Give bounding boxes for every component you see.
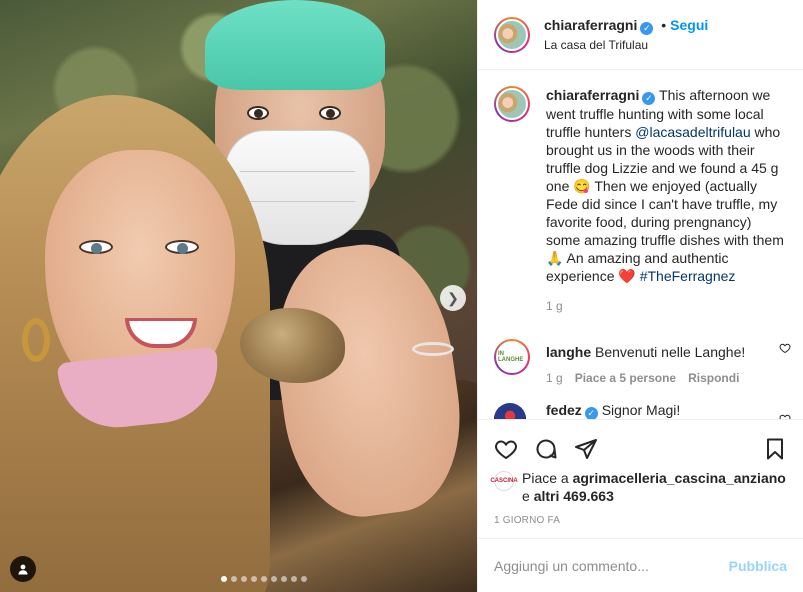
save-button[interactable] xyxy=(755,429,795,469)
location-link[interactable]: La casa del Trifulau xyxy=(544,38,708,52)
comment-icon xyxy=(536,439,557,459)
liker-username[interactable]: agrimacelleria_cascina_anziano xyxy=(573,470,786,486)
carousel-dot xyxy=(260,576,267,582)
gold-earring xyxy=(22,318,50,362)
verified-badge-icon: ✓ xyxy=(584,407,598,420)
author-username[interactable]: chiaraferragni xyxy=(544,17,637,33)
like-button[interactable] xyxy=(486,429,526,469)
comment-form: Pubblica xyxy=(478,538,803,592)
caption-age[interactable]: 1 g xyxy=(546,299,563,313)
bookmark-icon xyxy=(767,438,783,460)
likes-prefix: Piace a xyxy=(522,470,569,487)
caption: chiaraferragni ✓ This afternoon we went t… xyxy=(494,86,787,313)
mention-link[interactable]: @lacasadeltrifulau xyxy=(635,124,750,140)
caption-avatar[interactable] xyxy=(494,86,530,123)
carousel-dot xyxy=(300,576,307,582)
post-timestamp[interactable]: 1 GIORNO FA xyxy=(478,505,803,526)
comment-input[interactable] xyxy=(494,557,729,574)
caption-text-2: who brought us in the woods with their t… xyxy=(546,124,784,285)
carousel-dot xyxy=(250,576,257,582)
action-bar xyxy=(478,419,803,469)
publish-button[interactable]: Pubblica xyxy=(729,558,787,574)
woman-eye-right xyxy=(165,240,199,254)
woman-eye-left xyxy=(79,240,113,254)
comment-text: Benvenuti nelle Langhe! xyxy=(595,344,746,361)
comment-item: fedez ✓ Signor Magi! xyxy=(494,402,791,420)
carousel-dot xyxy=(230,576,237,582)
likes-count[interactable]: altri 469.663 xyxy=(534,488,614,504)
commenter-avatar[interactable] xyxy=(494,403,526,420)
comment-like-heart-icon[interactable] xyxy=(779,342,791,357)
verified-badge-icon: ✓ xyxy=(642,92,656,106)
comment-text: Signor Magi! xyxy=(601,402,681,419)
dot-separator: • xyxy=(661,17,667,34)
verified-badge-icon: ✓ xyxy=(640,22,654,36)
chevron-right-icon: ❯ xyxy=(447,289,459,306)
user-icon xyxy=(18,564,28,575)
reply-button[interactable]: Rispondi xyxy=(688,371,739,385)
heart-icon xyxy=(495,440,517,460)
hashtag-link[interactable]: #TheFerragnez xyxy=(640,268,736,284)
post-sidebar: chiaraferragni ✓ • Segui La casa del Trifu… xyxy=(477,0,803,592)
author-avatar[interactable] xyxy=(494,16,530,53)
carousel-indicator xyxy=(0,576,477,582)
carousel-dot xyxy=(280,576,287,582)
comment-author[interactable]: langhe xyxy=(546,344,591,360)
likes-summary: CASCINA Piace a agrimacelleria_cascina_a… xyxy=(478,469,803,505)
caption-author[interactable]: chiaraferragni xyxy=(546,87,639,103)
comment-author[interactable]: fedez xyxy=(546,402,582,418)
post-photo[interactable]: ❯ xyxy=(0,0,477,592)
man-eye-left xyxy=(247,106,269,120)
comments-list[interactable]: chiaraferragni ✓ This afternoon we went t… xyxy=(478,70,803,420)
comment-likes[interactable]: Piace a 5 persone xyxy=(575,371,676,385)
comment-button[interactable] xyxy=(526,429,566,469)
carousel-dot xyxy=(240,576,247,582)
share-button[interactable] xyxy=(566,429,606,469)
instagram-post: ❯ chiaraferragni ✓ • Segui La casa del Tri… xyxy=(0,0,803,592)
green-hair xyxy=(205,0,385,90)
liker-avatar[interactable]: CASCINA xyxy=(490,471,518,492)
send-icon xyxy=(575,438,597,459)
next-slide-button[interactable]: ❯ xyxy=(440,285,466,311)
post-header: chiaraferragni ✓ • Segui La casa del Trifu… xyxy=(478,0,803,71)
comment-like-heart-icon[interactable] xyxy=(779,413,791,420)
comment-age[interactable]: 1 g xyxy=(546,371,563,385)
ring xyxy=(412,342,454,356)
carousel-dot xyxy=(290,576,297,582)
comment-item: IN LANGHE langhe Benvenuti nelle Langhe!… xyxy=(494,339,791,385)
carousel-dot xyxy=(270,576,277,582)
man-eye-right xyxy=(319,106,341,120)
follow-button[interactable]: Segui xyxy=(670,17,708,33)
carousel-dot xyxy=(220,576,227,582)
commenter-avatar[interactable]: IN LANGHE xyxy=(494,339,530,376)
likes-middle: e xyxy=(522,488,530,505)
